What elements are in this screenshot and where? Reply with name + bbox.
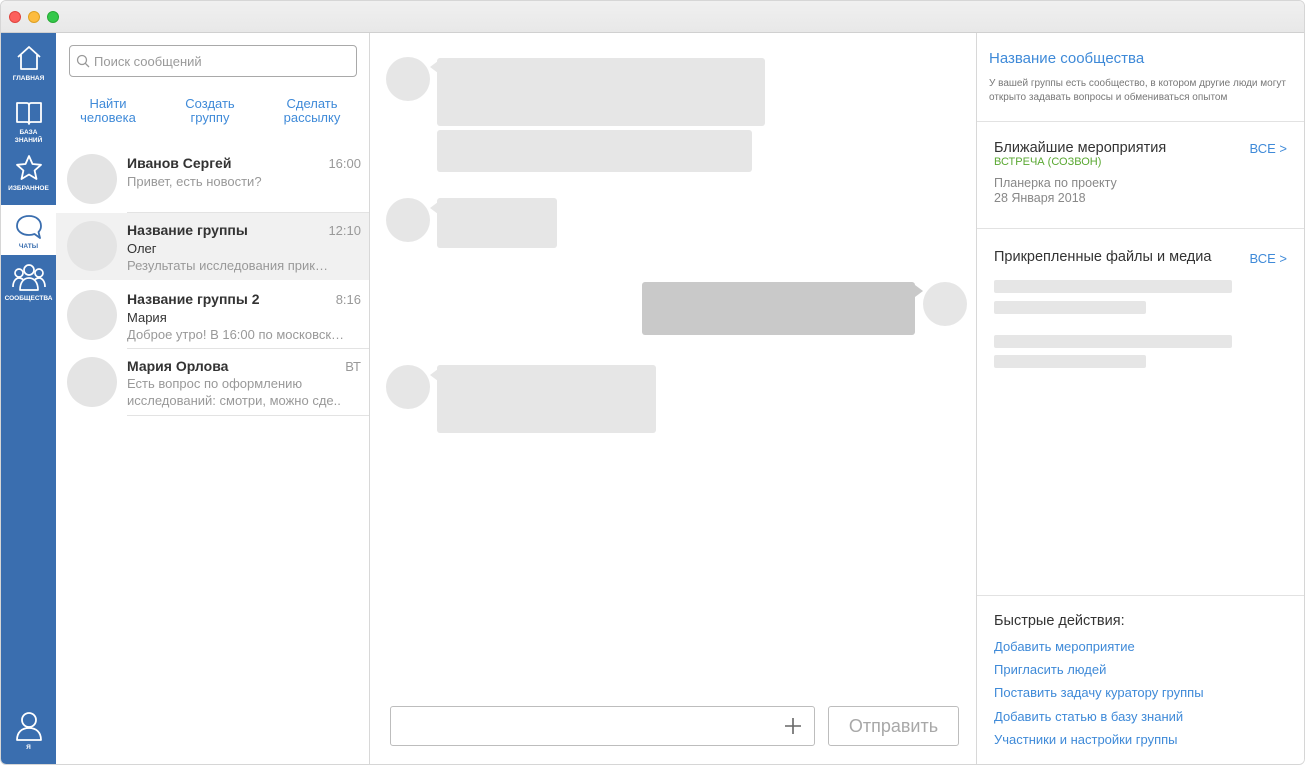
- chat-preview: Доброе утро! В 16:00 по московск…: [127, 327, 345, 342]
- app-window: ГЛАВНАЯ БАЗА ЗНАНИЙ ИЗБРАННОЕ ЧАТЫ СООБЩ…: [0, 0, 1305, 765]
- chat-list-item[interactable]: Мария Орлова ВТ Есть вопрос по оформлени…: [56, 349, 369, 416]
- nav-label: ГЛАВНАЯ: [12, 75, 45, 82]
- chat-time: 12:10: [328, 223, 361, 238]
- events-section-title: Ближайшие мероприятия: [994, 140, 1167, 156]
- chat-list-item[interactable]: Название группы 2 8:16 Мария Доброе утро…: [56, 282, 369, 349]
- message-bubble: [437, 365, 656, 433]
- avatar: [386, 365, 430, 409]
- group-settings-link[interactable]: Участники и настройки группы: [994, 732, 1178, 747]
- create-mailing-link[interactable]: Сделать рассылку: [262, 97, 362, 125]
- file-placeholder: [994, 355, 1146, 368]
- nav-item-communities[interactable]: СООБЩЕСТВА: [1, 261, 56, 313]
- nav-item-profile[interactable]: Я: [1, 710, 56, 762]
- book-icon: [15, 102, 42, 125]
- find-person-link[interactable]: Найти человека: [58, 97, 158, 125]
- message-bubble: [437, 130, 752, 172]
- chat-name: Название группы 2: [127, 291, 260, 307]
- find-person-label-line2: человека: [80, 110, 136, 125]
- plus-icon[interactable]: [783, 716, 803, 736]
- star-icon: [15, 155, 42, 180]
- community-info-pane: Название сообщества У вашей группы есть …: [977, 33, 1304, 764]
- avatar: [67, 357, 117, 407]
- user-icon: [15, 712, 42, 741]
- chat-time: 8:16: [335, 292, 361, 307]
- chat-time: ВТ: [345, 359, 361, 374]
- file-placeholder: [994, 280, 1232, 293]
- nav-label: СООБЩЕСТВА: [4, 295, 53, 302]
- avatar: [386, 57, 430, 101]
- event-date: 28 Января 2018: [994, 191, 1086, 205]
- nav-label: Я: [26, 744, 31, 751]
- create-mailing-label-line1: Сделать: [286, 96, 338, 111]
- nav-label: ИЗБРАННОЕ: [8, 185, 49, 192]
- avatar: [67, 154, 117, 204]
- message-input[interactable]: [399, 715, 769, 737]
- assign-task-link[interactable]: Поставить задачу куратору группы: [994, 685, 1204, 700]
- nav-label: ЧАТЫ: [18, 243, 39, 250]
- file-placeholder: [994, 335, 1232, 348]
- people-icon: [11, 264, 46, 291]
- own-message-bubble: [642, 282, 915, 335]
- message-bubble: [437, 58, 765, 126]
- close-window-button[interactable]: [9, 11, 21, 23]
- find-person-label-line1: Найти: [89, 96, 127, 111]
- events-all-link[interactable]: ВСЕ >: [1249, 141, 1287, 156]
- avatar: [67, 290, 117, 340]
- zoom-window-button[interactable]: [47, 11, 59, 23]
- invite-people-link[interactable]: Пригласить людей: [994, 662, 1106, 677]
- search-icon: [76, 54, 90, 68]
- chat-name: Мария Орлова: [127, 358, 229, 374]
- nav-item-knowledge-base[interactable]: БАЗА ЗНАНИЙ: [1, 99, 56, 151]
- chat-name: Название группы: [127, 222, 248, 238]
- add-article-link[interactable]: Добавить статью в базу знаний: [994, 709, 1183, 724]
- chat-name: Иванов Сергей: [127, 155, 232, 171]
- nav-label: БАЗА ЗНАНИЙ: [14, 129, 43, 144]
- divider: [127, 415, 369, 416]
- main-nav: ГЛАВНАЯ БАЗА ЗНАНИЙ ИЗБРАННОЕ ЧАТЫ СООБЩ…: [1, 33, 56, 764]
- title-bar: [1, 1, 1304, 33]
- send-button[interactable]: Отправить: [828, 706, 959, 746]
- divider: [977, 228, 1304, 229]
- conversation-pane: Отправить: [370, 33, 977, 764]
- divider: [977, 595, 1304, 596]
- chat-preview: Привет, есть новости?: [127, 174, 262, 189]
- message-bubble: [437, 198, 557, 248]
- search-input[interactable]: [94, 53, 344, 69]
- files-all-link[interactable]: ВСЕ >: [1249, 251, 1287, 266]
- divider: [977, 121, 1304, 122]
- nav-item-chats[interactable]: ЧАТЫ: [1, 205, 56, 255]
- files-section-title: Прикрепленные файлы и медиа: [994, 249, 1212, 265]
- minimize-window-button[interactable]: [28, 11, 40, 23]
- create-group-link[interactable]: Создать группу: [160, 97, 260, 125]
- avatar: [923, 282, 967, 326]
- community-title-link[interactable]: Название сообщества: [989, 50, 1144, 67]
- chat-sender: Олег: [127, 241, 157, 256]
- create-mailing-label-line2: рассылку: [283, 110, 341, 125]
- chat-actions: Найти человека Создать группу Сделать ра…: [56, 97, 370, 133]
- create-group-label-line2: группу: [190, 110, 230, 125]
- chat-preview: Есть вопрос по оформлению исследований: …: [127, 376, 341, 408]
- avatar: [67, 221, 117, 271]
- event-name[interactable]: Планерка по проекту: [994, 176, 1117, 190]
- nav-item-home[interactable]: ГЛАВНАЯ: [1, 43, 56, 95]
- chat-sender: Мария: [127, 310, 167, 325]
- nav-item-favorites[interactable]: ИЗБРАННОЕ: [1, 153, 56, 205]
- event-type-label: ВСТРЕЧА (СОЗВОН): [994, 156, 1102, 168]
- add-event-link[interactable]: Добавить мероприятие: [994, 639, 1135, 654]
- chat-list-item[interactable]: Иванов Сергей 16:00 Привет, есть новости…: [56, 146, 369, 213]
- chat-icon: [15, 215, 42, 239]
- chat-preview: Результаты исследования прик…: [127, 258, 328, 273]
- chat-list-item[interactable]: Название группы 12:10 Олег Результаты ис…: [56, 213, 369, 280]
- bubble-tail: [915, 285, 923, 297]
- home-icon: [16, 46, 41, 70]
- community-description: У вашей группы есть сообщество, в которо…: [989, 78, 1286, 103]
- message-composer: [390, 706, 815, 746]
- file-placeholder: [994, 301, 1146, 314]
- avatar: [386, 198, 430, 242]
- search-box: [69, 45, 357, 77]
- chat-time: 16:00: [328, 156, 361, 171]
- chat-list-pane: Найти человека Создать группу Сделать ра…: [56, 33, 370, 764]
- quick-actions-title: Быстрые действия:: [994, 613, 1125, 629]
- create-group-label-line1: Создать: [185, 96, 235, 111]
